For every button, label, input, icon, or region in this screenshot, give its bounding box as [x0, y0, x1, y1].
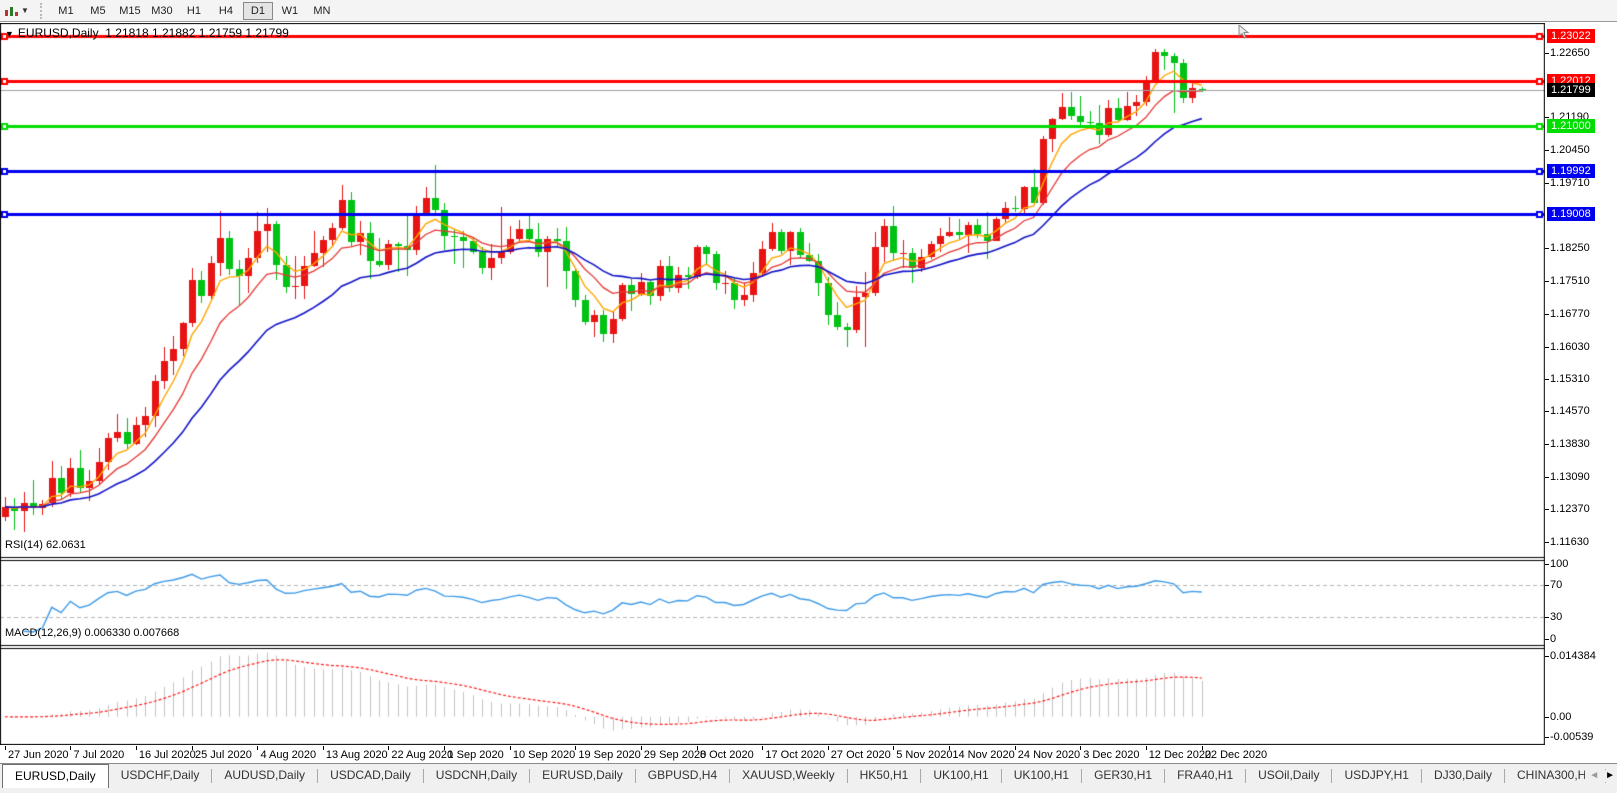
tab-scroll-left-icon[interactable]: ◄ — [1589, 770, 1599, 782]
price-tick-label: 1.14570 — [1545, 405, 1590, 418]
chart-tab-0[interactable]: EURUSD,Daily — [2, 764, 109, 788]
rsi-tick-label: 0 — [1544, 633, 1557, 645]
price-tick-label: 1.12370 — [1545, 503, 1590, 516]
chart-tab-13[interactable]: USOil,Daily — [1246, 764, 1331, 786]
level-price-label: 1.19008 — [1547, 207, 1595, 222]
chart-tab-9[interactable]: UK100,H1 — [921, 764, 1000, 786]
date-label: 19 Sep 2020 — [575, 746, 641, 761]
date-label: 3 Dec 2020 — [1080, 746, 1140, 761]
chart-symbol-label: EURUSD,Daily — [17, 26, 99, 40]
tab-scroll-right-icon[interactable]: ► — [1605, 770, 1615, 782]
chart-tab-8[interactable]: HK50,H1 — [848, 764, 921, 786]
date-label: 1 Sep 2020 — [444, 746, 504, 761]
price-tick-label: 1.16030 — [1545, 340, 1590, 353]
date-label: 22 Aug 2020 — [388, 746, 454, 761]
chart-tab-6[interactable]: GBPUSD,H4 — [636, 764, 729, 786]
timeframe-button-h1[interactable]: H1 — [179, 2, 209, 20]
chevron-down-icon[interactable]: ▼ — [21, 6, 29, 15]
level-price-label: 1.21000 — [1547, 118, 1595, 133]
date-label: 22 Dec 2020 — [1201, 746, 1268, 761]
rsi-indicator-label: RSI(14) 62.0631 — [5, 539, 86, 551]
chart-tab-5[interactable]: EURUSD,Daily — [530, 764, 635, 786]
date-label: 8 Oct 2020 — [696, 746, 754, 761]
date-label: 25 Jul 2020 — [192, 746, 252, 761]
price-tick-label: 1.16770 — [1545, 307, 1590, 320]
timeframe-button-mn[interactable]: MN — [307, 2, 337, 20]
date-label: 13 Aug 2020 — [322, 746, 388, 761]
price-tick-label: 1.22650 — [1545, 46, 1590, 59]
chart-tab-11[interactable]: GER30,H1 — [1082, 764, 1164, 786]
price-axis: 1.22650 1.21190 1.20450 1.19710 1.18250 1.175… — [1544, 23, 1617, 763]
price-tick-label: 1.20450 — [1545, 144, 1590, 157]
price-tick-label: 1.13090 — [1545, 471, 1590, 484]
rsi-tick-label: 70 — [1544, 579, 1563, 591]
current-price-label: 1.21799 — [1547, 83, 1595, 98]
date-label: 10 Sep 2020 — [509, 746, 576, 761]
toolbar-grip[interactable] — [39, 2, 45, 19]
chart-tab-10[interactable]: UK100,H1 — [1002, 764, 1081, 786]
chart-tab-2[interactable]: AUDUSD,Daily — [212, 764, 317, 786]
date-label: 16 Jul 2020 — [135, 746, 196, 761]
date-label: 12 Dec 2020 — [1145, 746, 1212, 761]
macd-tick-label: 0.00 — [1544, 710, 1572, 723]
chart-type-icon[interactable] — [4, 5, 18, 17]
chart-tab-4[interactable]: USDCNH,Daily — [424, 764, 529, 786]
timeframe-button-w1[interactable]: W1 — [275, 2, 305, 20]
timeframe-button-m30[interactable]: M30 — [147, 2, 177, 20]
chart-window: ▼ EURUSD,Daily 1.21818 1.21882 1.21759 1.… — [0, 23, 1617, 763]
price-tick-label: 1.18250 — [1545, 241, 1590, 254]
date-label: 17 Oct 2020 — [762, 746, 826, 761]
price-tick-label: 1.13830 — [1545, 438, 1590, 451]
timeframe-button-h4[interactable]: H4 — [211, 2, 241, 20]
chart-tab-7[interactable]: XAUUSD,Weekly — [730, 764, 846, 786]
date-label: 29 Sep 2020 — [640, 746, 707, 761]
price-chart-canvas[interactable] — [0, 23, 1545, 745]
chart-tab-14[interactable]: USDJPY,H1 — [1332, 764, 1420, 786]
price-tick-label: 1.19710 — [1545, 177, 1590, 190]
title-collapse-icon[interactable]: ▼ — [5, 29, 14, 39]
mouse-cursor — [1238, 25, 1250, 39]
date-label: 7 Jul 2020 — [70, 746, 125, 761]
level-price-label: 1.19992 — [1547, 163, 1595, 178]
date-axis: 27 Jun 2020 7 Jul 2020 16 Jul 2020 25 Jul 2… — [0, 746, 1545, 763]
symbol-tab-bar: EURUSD,Daily USDCHF,Daily AUDUSD,Daily USDC… — [0, 763, 1617, 793]
chart-ohlc-values: 1.21818 1.21882 1.21759 1.21799 — [105, 26, 289, 40]
date-label: 27 Oct 2020 — [827, 746, 891, 761]
rsi-tick-label: 100 — [1544, 558, 1569, 570]
rsi-tick-label: 30 — [1544, 611, 1563, 623]
tab-scroll-buttons: ◄ ► — [1585, 770, 1615, 782]
timeframe-button-m15[interactable]: M15 — [115, 2, 145, 20]
date-label: 27 Jun 2020 — [5, 746, 69, 761]
date-label: 5 Nov 2020 — [893, 746, 953, 761]
timeframe-button-m1[interactable]: M1 — [51, 2, 81, 20]
timeframe-button-m5[interactable]: M5 — [83, 2, 113, 20]
macd-indicator-label: MACD(12,26,9) 0.006330 0.007668 — [5, 627, 180, 639]
macd-tick-label: -0.00539 — [1544, 731, 1594, 743]
chart-tab-15[interactable]: DJ30,Daily — [1422, 764, 1504, 786]
date-label: 24 Nov 2020 — [1014, 746, 1081, 761]
price-tick-label: 1.17510 — [1545, 274, 1590, 287]
date-label: 4 Aug 2020 — [257, 746, 317, 761]
chart-title: ▼ EURUSD,Daily 1.21818 1.21882 1.21759 1.… — [5, 26, 289, 40]
chart-tab-3[interactable]: USDCAD,Daily — [318, 764, 423, 786]
level-price-label: 1.23022 — [1547, 29, 1595, 43]
chart-tab-1[interactable]: USDCHF,Daily — [109, 764, 212, 786]
macd-tick-label: 0.014384 — [1545, 650, 1596, 662]
price-tick-label: 1.11630 — [1545, 536, 1589, 548]
price-tick-label: 1.15310 — [1545, 372, 1590, 385]
timeframe-toolbar: ▼ M1 M5 M15 M30 H1 H4 D1 W1 MN — [0, 0, 1617, 22]
chart-tab-12[interactable]: FRA40,H1 — [1165, 764, 1245, 786]
date-label: 14 Nov 2020 — [949, 746, 1015, 761]
timeframe-button-d1[interactable]: D1 — [242, 1, 273, 20]
